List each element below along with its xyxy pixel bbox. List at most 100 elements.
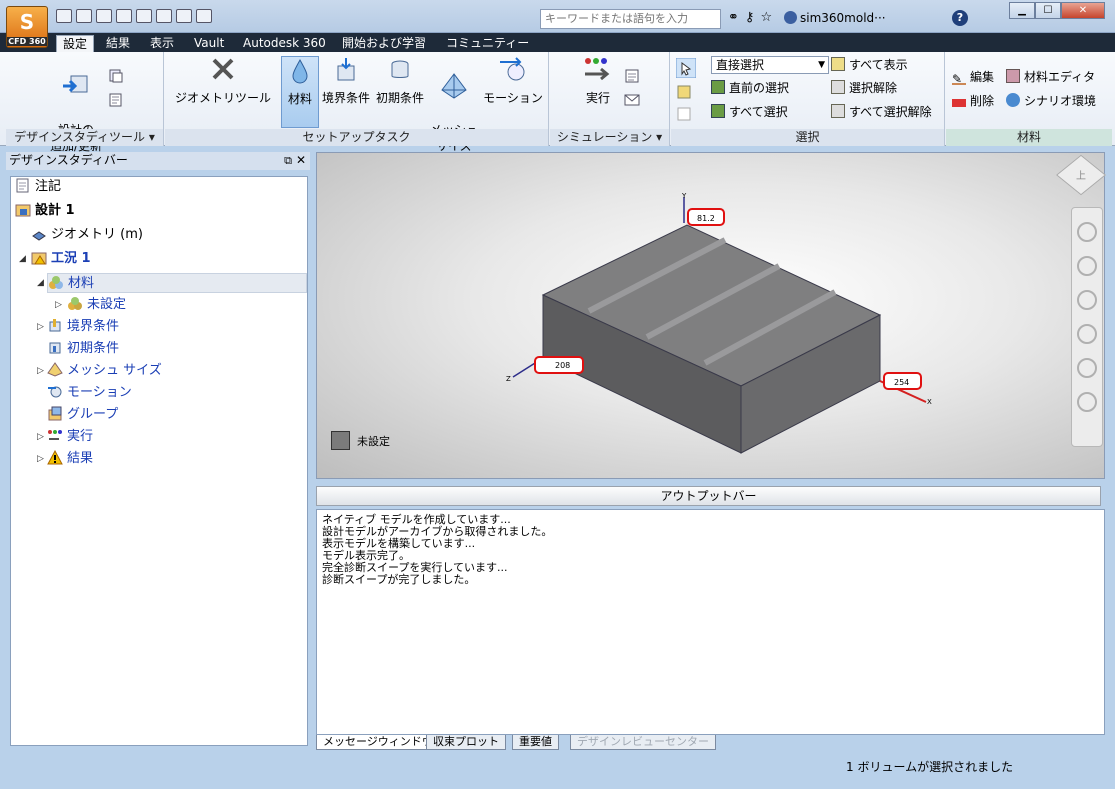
steering-wheel-icon[interactable]: [1077, 222, 1097, 242]
3d-viewport[interactable]: Y Z X 81.2 208 254 上 未設定: [316, 152, 1107, 479]
tree-item-geometry[interactable]: ジオメトリ (m): [31, 225, 143, 245]
tab-setup[interactable]: 設定: [56, 35, 95, 52]
tab-vault[interactable]: Vault: [188, 35, 230, 52]
select-edge-icon[interactable]: [676, 104, 694, 122]
select-all-button[interactable]: すべて選択: [711, 104, 788, 120]
tree-item-run[interactable]: 実行: [47, 427, 93, 447]
new-file-icon[interactable]: [56, 9, 72, 23]
select-surface-icon[interactable]: [676, 82, 694, 100]
undo-icon[interactable]: [136, 9, 152, 23]
select-volume-icon[interactable]: [676, 58, 696, 78]
edit-button[interactable]: ✎ 編集: [952, 69, 994, 86]
close-icon[interactable]: ✕: [296, 152, 306, 169]
window-icon[interactable]: [176, 9, 192, 23]
close-nav-icon[interactable]: [1077, 392, 1097, 412]
tab-getting-started[interactable]: 開始および学習: [336, 35, 432, 52]
motion-button[interactable]: モーション: [482, 56, 544, 106]
show-all-button[interactable]: すべて表示: [831, 57, 908, 73]
selection-mode-dropdown[interactable]: 直接選択 ▼: [711, 56, 829, 74]
boundary-icon: [337, 58, 355, 81]
simulation-panel: 実行 シミュレーション ▾: [550, 52, 670, 146]
properties-icon[interactable]: [196, 9, 212, 23]
boundary-conditions-button[interactable]: 境界条件: [320, 56, 372, 106]
tree-item-mesh[interactable]: メッシュ サイズ: [47, 361, 162, 381]
close-button[interactable]: ✕: [1061, 2, 1105, 19]
previous-select-icon: [711, 80, 725, 94]
scenario-environment-button[interactable]: シナリオ環境: [1006, 93, 1096, 109]
title-bar: ⚭ ⚷ ☆ sim360mold··· ? ▁ ☐ ✕: [0, 0, 1115, 33]
delete-button[interactable]: 削除: [952, 93, 994, 109]
material-tree-icon: [49, 276, 63, 289]
expand-unset-icon[interactable]: ▷: [55, 300, 62, 310]
help-icon[interactable]: ?: [952, 10, 968, 26]
tab-view[interactable]: 表示: [144, 35, 180, 52]
tree-item-boundary[interactable]: 境界条件: [47, 317, 119, 337]
tab-results[interactable]: 結果: [100, 35, 136, 52]
zoom-icon[interactable]: [1077, 290, 1097, 310]
output-bar-header[interactable]: アウトプットバー: [316, 486, 1101, 506]
geometry-tools-button[interactable]: ジオメトリツール: [171, 56, 275, 106]
expand-boundary-icon[interactable]: ▷: [37, 322, 44, 332]
user-name[interactable]: sim360mold···: [800, 11, 886, 25]
pin-icon[interactable]: ⧉: [284, 152, 292, 169]
tree-item-scenario[interactable]: 工況 1: [31, 249, 91, 269]
model-canvas[interactable]: Y Z X 81.2 208 254: [317, 153, 1104, 478]
simulation-title[interactable]: シミュレーション ▾: [550, 129, 669, 146]
globe-icon: [1006, 93, 1020, 107]
collapse-scenario-icon[interactable]: ◢: [19, 254, 26, 264]
run-icon: [585, 58, 610, 81]
tree-item-motion[interactable]: モーション: [47, 383, 132, 403]
star-icon[interactable]: ☆: [760, 10, 772, 25]
expand-run-icon[interactable]: ▷: [37, 432, 44, 442]
deselect-button[interactable]: 選択解除: [831, 80, 897, 96]
open-file-icon[interactable]: [76, 9, 92, 23]
user-icon[interactable]: [784, 11, 797, 24]
material-button[interactable]: 材料: [281, 56, 319, 128]
binoculars-icon[interactable]: ⚭: [728, 10, 739, 25]
tree-item-notes[interactable]: 注記: [15, 177, 61, 197]
tree-item-results[interactable]: 結果: [47, 449, 93, 469]
list-icon[interactable]: [624, 68, 640, 84]
tab-community[interactable]: コミュニティー: [440, 35, 535, 52]
tree-item-initial[interactable]: 初期条件: [47, 339, 119, 359]
edit-list-icon[interactable]: [108, 92, 124, 108]
expand-mesh-icon[interactable]: ▷: [37, 366, 44, 376]
save-icon[interactable]: [96, 9, 112, 23]
save-as-icon[interactable]: [116, 9, 132, 23]
scenario-warning-icon: [31, 252, 47, 265]
pan-hand-icon[interactable]: [1077, 256, 1097, 276]
minimize-button[interactable]: ▁: [1009, 2, 1035, 19]
deselect-all-button[interactable]: すべて選択解除: [831, 104, 932, 120]
tree-item-design[interactable]: 設計 1: [15, 201, 75, 221]
collapse-material-icon[interactable]: ◢: [37, 278, 44, 288]
look-at-icon[interactable]: [1077, 358, 1097, 378]
output-line: 診断スイープが完了しました。: [322, 573, 476, 586]
show-all-icon: [831, 57, 845, 71]
tab-autodesk-360[interactable]: Autodesk 360: [237, 35, 332, 52]
key-icon[interactable]: ⚷: [745, 10, 755, 25]
tree-item-unset[interactable]: 未設定: [67, 295, 126, 315]
tab-convergence-plot[interactable]: 収束プロット: [426, 735, 506, 750]
run-label: 実行: [585, 91, 610, 105]
copy-icon[interactable]: [108, 68, 124, 84]
tab-message-window[interactable]: メッセージウィンドウ: [316, 735, 440, 750]
expand-results-icon[interactable]: ▷: [37, 454, 44, 464]
run-button[interactable]: 実行: [578, 56, 618, 106]
tab-design-review-center[interactable]: デザインレビューセンター: [570, 735, 716, 750]
material-editor-button[interactable]: 材料エディタ: [1006, 69, 1095, 85]
orbit-icon[interactable]: [1077, 324, 1097, 344]
tree-item-group[interactable]: グループ: [47, 405, 118, 425]
search-input[interactable]: [540, 9, 721, 29]
tab-critical-values[interactable]: 重要値: [512, 735, 559, 750]
design-study-tools-title[interactable]: デザインスタディツール ▾: [6, 129, 163, 146]
application-menu-button[interactable]: S CFD 360: [6, 6, 48, 48]
tree-item-material[interactable]: 材料: [47, 273, 307, 293]
previous-select-button[interactable]: 直前の選択: [711, 80, 789, 96]
quick-access-toolbar: [56, 9, 212, 23]
redo-icon[interactable]: [156, 9, 172, 23]
deselect-all-icon: [831, 104, 845, 118]
initial-conditions-button[interactable]: 初期条件: [374, 56, 426, 106]
motion-icon: [500, 57, 525, 81]
mail-icon[interactable]: [624, 92, 640, 108]
maximize-button[interactable]: ☐: [1035, 2, 1061, 19]
